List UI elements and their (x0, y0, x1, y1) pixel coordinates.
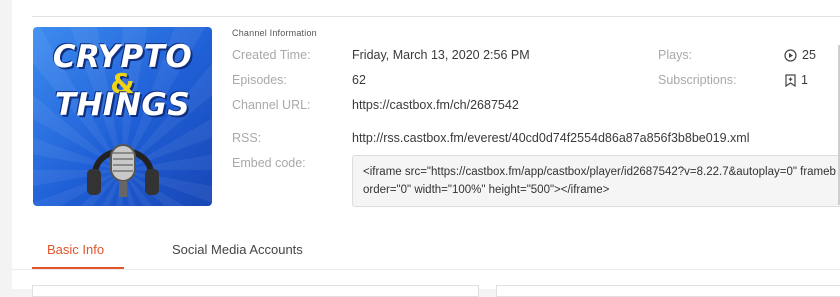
embed-code-field[interactable]: <iframe src="https://castbox.fm/app/cast… (352, 155, 840, 207)
section-title: Channel Information (232, 28, 317, 38)
channel-url-label: Channel URL: (232, 98, 311, 112)
microphone-headphones-icon (87, 144, 159, 197)
plays-label: Plays: (658, 48, 693, 62)
cover-title-line2: THINGS (54, 87, 191, 123)
bookmark-plus-icon (785, 74, 796, 92)
basic-info-card-right (496, 285, 840, 297)
created-time-value: Friday, March 13, 2020 2:56 PM (352, 48, 530, 62)
rss-label: RSS: (232, 131, 262, 145)
channel-url-value[interactable]: https://castbox.fm/ch/2687542 (352, 98, 519, 112)
play-circle-icon (784, 49, 797, 67)
created-time-label: Created Time: (232, 48, 311, 62)
tab-basic-info[interactable]: Basic Info (47, 242, 104, 257)
tab-divider (12, 269, 840, 270)
episodes-label: Episodes: (232, 73, 287, 87)
channel-cover-image: CRYPTO & THINGS (33, 27, 212, 206)
embed-code-label: Embed code: (232, 156, 306, 170)
channel-panel: CRYPTO & THINGS Channel Information Crea… (12, 0, 840, 297)
tab-social-media-accounts[interactable]: Social Media Accounts (172, 242, 303, 257)
episodes-value: 62 (352, 73, 366, 87)
subscriptions-label: Subscriptions: (658, 73, 737, 87)
rss-value[interactable]: http://rss.castbox.fm/everest/40cd0d74f2… (352, 131, 750, 145)
subscriptions-value: 1 (801, 73, 808, 87)
basic-info-card-left (32, 285, 479, 297)
plays-value: 25 (802, 48, 816, 62)
top-divider (32, 16, 840, 17)
